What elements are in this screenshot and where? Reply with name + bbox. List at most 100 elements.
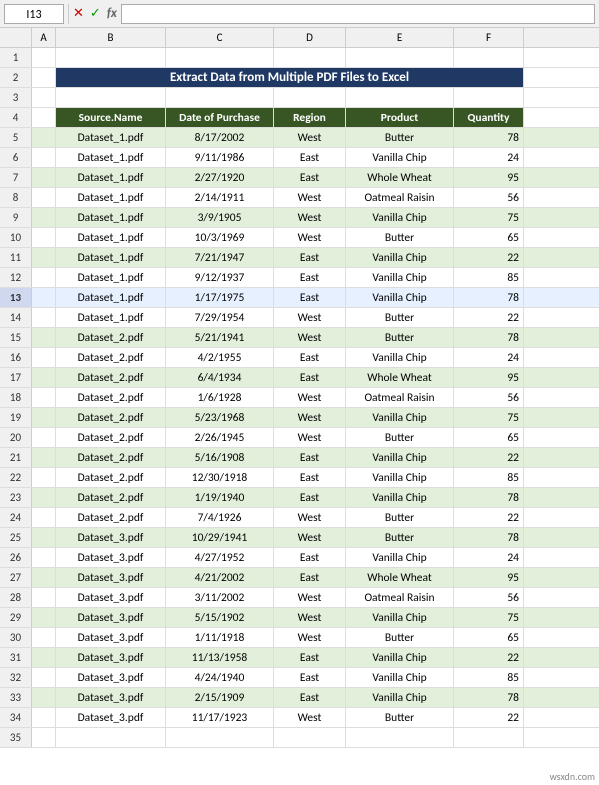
data-cell[interactable]: Whole Wheat xyxy=(346,168,454,187)
data-cell[interactable]: 5/16/1908 xyxy=(166,448,274,467)
data-cell[interactable]: Whole Wheat xyxy=(346,568,454,587)
data-cell[interactable]: Vanilla Chip xyxy=(346,688,454,707)
data-cell[interactable]: East xyxy=(274,288,346,307)
data-cell[interactable]: 11/13/1958 xyxy=(166,648,274,667)
data-cell[interactable]: Oatmeal Raisin xyxy=(346,388,454,407)
data-cell[interactable]: Dataset_3.pdf xyxy=(56,708,166,727)
cell-a[interactable] xyxy=(32,488,56,507)
table-row[interactable]: 32Dataset_3.pdf4/24/1940EastVanilla Chip… xyxy=(0,668,599,688)
empty-cell[interactable] xyxy=(166,88,274,107)
data-cell[interactable]: East xyxy=(274,548,346,567)
table-row[interactable]: 6Dataset_1.pdf9/11/1986EastVanilla Chip2… xyxy=(0,148,599,168)
fx-icon[interactable]: fx xyxy=(107,6,117,21)
data-cell[interactable]: Vanilla Chip xyxy=(346,668,454,687)
table-row[interactable]: 7Dataset_1.pdf2/27/1920EastWhole Wheat95 xyxy=(0,168,599,188)
table-row[interactable]: 34Dataset_3.pdf11/17/1923WestButter22 xyxy=(0,708,599,728)
data-cell[interactable]: West xyxy=(274,388,346,407)
data-cell[interactable]: Vanilla Chip xyxy=(346,488,454,507)
empty-cell[interactable] xyxy=(346,88,454,107)
data-cell[interactable]: 3/11/2002 xyxy=(166,588,274,607)
data-cell[interactable]: 95 xyxy=(454,368,524,387)
data-cell[interactable]: West xyxy=(274,528,346,547)
data-cell[interactable]: 4/21/2002 xyxy=(166,568,274,587)
table-row[interactable]: 20Dataset_2.pdf2/26/1945WestButter65 xyxy=(0,428,599,448)
data-cell[interactable]: 85 xyxy=(454,668,524,687)
data-cell[interactable]: 4/27/1952 xyxy=(166,548,274,567)
data-cell[interactable]: 1/19/1940 xyxy=(166,488,274,507)
data-cell[interactable]: 7/4/1926 xyxy=(166,508,274,527)
table-row[interactable]: 12Dataset_1.pdf9/12/1937EastVanilla Chip… xyxy=(0,268,599,288)
data-cell[interactable]: West xyxy=(274,428,346,447)
data-cell[interactable]: Dataset_1.pdf xyxy=(56,168,166,187)
table-row[interactable]: 18Dataset_2.pdf1/6/1928WestOatmeal Raisi… xyxy=(0,388,599,408)
formula-input[interactable] xyxy=(121,4,595,24)
data-cell[interactable]: 9/11/1986 xyxy=(166,148,274,167)
data-cell[interactable]: 24 xyxy=(454,148,524,167)
data-cell[interactable]: 78 xyxy=(454,688,524,707)
data-cell[interactable]: 78 xyxy=(454,528,524,547)
data-cell[interactable]: Dataset_1.pdf xyxy=(56,188,166,207)
table-row[interactable]: 16Dataset_2.pdf4/2/1955EastVanilla Chip2… xyxy=(0,348,599,368)
cell-a[interactable] xyxy=(32,228,56,247)
data-cell[interactable]: 10/29/1941 xyxy=(166,528,274,547)
data-cell[interactable]: East xyxy=(274,488,346,507)
data-cell[interactable]: 22 xyxy=(454,648,524,667)
data-cell[interactable]: Dataset_2.pdf xyxy=(56,428,166,447)
data-cell[interactable]: West xyxy=(274,608,346,627)
empty-cell[interactable] xyxy=(346,728,454,747)
data-cell[interactable]: Dataset_1.pdf xyxy=(56,268,166,287)
data-cell[interactable]: Dataset_3.pdf xyxy=(56,588,166,607)
data-cell[interactable]: Dataset_3.pdf xyxy=(56,648,166,667)
empty-cell[interactable] xyxy=(454,48,524,67)
data-cell[interactable]: Vanilla Chip xyxy=(346,348,454,367)
data-cell[interactable]: Dataset_2.pdf xyxy=(56,388,166,407)
data-cell[interactable]: East xyxy=(274,648,346,667)
cell-a[interactable] xyxy=(32,628,56,647)
data-cell[interactable]: 11/17/1923 xyxy=(166,708,274,727)
data-cell[interactable]: Dataset_1.pdf xyxy=(56,308,166,327)
data-cell[interactable]: Dataset_2.pdf xyxy=(56,508,166,527)
data-cell[interactable]: 5/15/1902 xyxy=(166,608,274,627)
table-row[interactable]: 33Dataset_3.pdf2/15/1909EastVanilla Chip… xyxy=(0,688,599,708)
data-cell[interactable]: East xyxy=(274,448,346,467)
data-cell[interactable]: West xyxy=(274,128,346,147)
data-cell[interactable]: 22 xyxy=(454,448,524,467)
data-cell[interactable]: Dataset_2.pdf xyxy=(56,368,166,387)
cell-a[interactable] xyxy=(32,48,56,67)
cell-a[interactable] xyxy=(32,708,56,727)
cell-a[interactable] xyxy=(32,728,56,747)
data-cell[interactable]: Vanilla Chip xyxy=(346,648,454,667)
table-row[interactable]: 4Source.NameDate of PurchaseRegionProduc… xyxy=(0,108,599,128)
cell-a[interactable] xyxy=(32,268,56,287)
data-cell[interactable]: Butter xyxy=(346,308,454,327)
data-cell[interactable]: 12/30/1918 xyxy=(166,468,274,487)
table-row[interactable]: 25Dataset_3.pdf10/29/1941WestButter78 xyxy=(0,528,599,548)
data-cell[interactable]: Butter xyxy=(346,128,454,147)
table-row[interactable]: 2Extract Data from Multiple PDF Files to… xyxy=(0,68,599,88)
table-row[interactable]: 3 xyxy=(0,88,599,108)
data-cell[interactable]: 2/15/1909 xyxy=(166,688,274,707)
data-cell[interactable]: 78 xyxy=(454,128,524,147)
table-row[interactable]: 23Dataset_2.pdf1/19/1940EastVanilla Chip… xyxy=(0,488,599,508)
data-cell[interactable]: 1/6/1928 xyxy=(166,388,274,407)
cell-a[interactable] xyxy=(32,188,56,207)
data-cell[interactable]: East xyxy=(274,568,346,587)
data-cell[interactable]: 7/21/1947 xyxy=(166,248,274,267)
data-cell[interactable]: East xyxy=(274,348,346,367)
empty-cell[interactable] xyxy=(56,48,166,67)
table-row[interactable]: 11Dataset_1.pdf7/21/1947EastVanilla Chip… xyxy=(0,248,599,268)
data-cell[interactable]: 24 xyxy=(454,548,524,567)
data-cell[interactable]: Dataset_1.pdf xyxy=(56,288,166,307)
cell-a[interactable] xyxy=(32,608,56,627)
empty-cell[interactable] xyxy=(274,48,346,67)
data-cell[interactable]: 5/21/1941 xyxy=(166,328,274,347)
data-cell[interactable]: West xyxy=(274,328,346,347)
data-cell[interactable]: East xyxy=(274,468,346,487)
empty-cell[interactable] xyxy=(56,88,166,107)
table-row[interactable]: 19Dataset_2.pdf5/23/1968WestVanilla Chip… xyxy=(0,408,599,428)
data-cell[interactable]: Dataset_1.pdf xyxy=(56,148,166,167)
cell-a[interactable] xyxy=(32,508,56,527)
data-cell[interactable]: 78 xyxy=(454,288,524,307)
data-cell[interactable]: West xyxy=(274,228,346,247)
table-row[interactable]: 35 xyxy=(0,728,599,748)
